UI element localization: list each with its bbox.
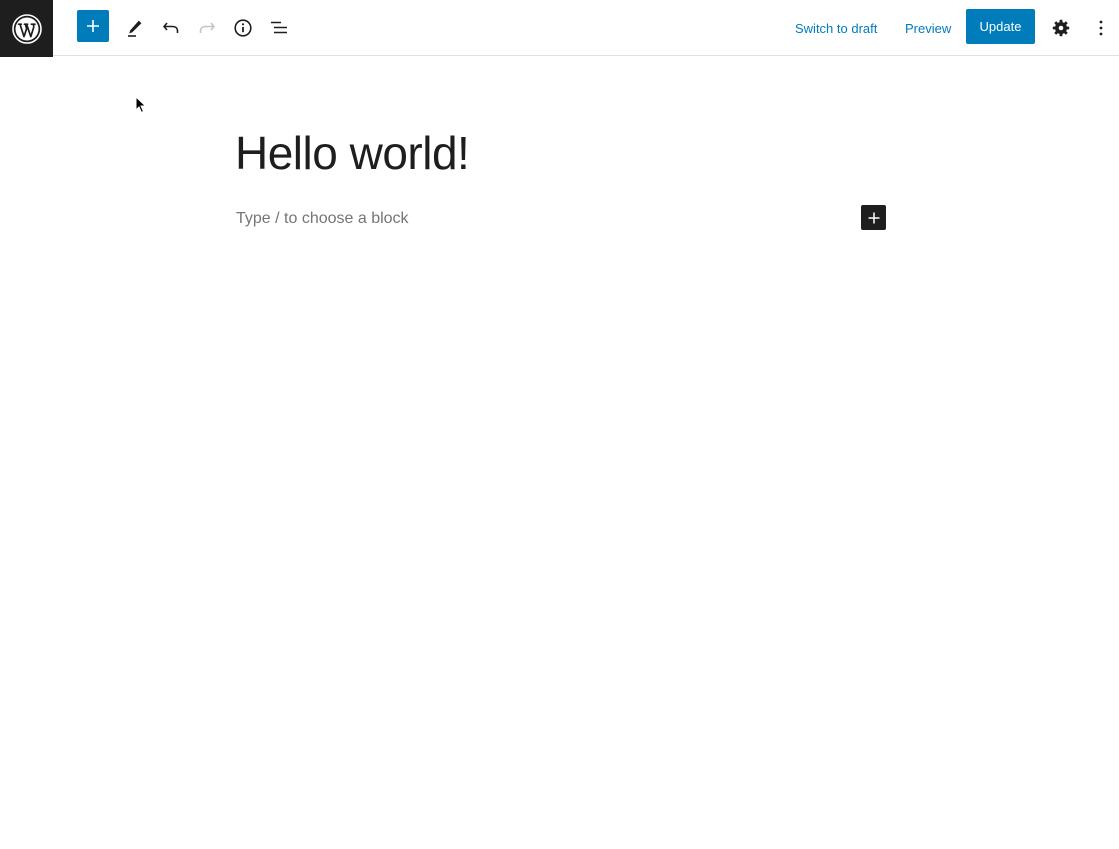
editor-canvas: Hello world! Type / to choose a block — [0, 57, 1119, 849]
plus-icon — [87, 20, 99, 32]
info-icon — [234, 19, 252, 37]
block-inserter-toggle-button[interactable] — [77, 10, 109, 42]
block-inserter-button[interactable] — [861, 205, 886, 230]
options-button[interactable] — [1083, 10, 1119, 46]
preview-button[interactable]: Preview — [905, 10, 951, 46]
switch-to-draft-button[interactable]: Switch to draft — [795, 10, 877, 46]
mouse-cursor-icon — [135, 96, 147, 114]
list-view-icon — [271, 21, 287, 34]
plus-icon — [868, 212, 879, 223]
update-button[interactable]: Update — [966, 9, 1035, 44]
settings-button[interactable] — [1043, 10, 1079, 46]
redo-button[interactable] — [189, 10, 225, 46]
gear-icon — [1052, 19, 1070, 37]
undo-button[interactable] — [153, 10, 189, 46]
editor-header: Switch to draft Preview Update — [0, 0, 1119, 57]
redo-icon — [199, 22, 215, 33]
pencil-icon — [128, 20, 142, 37]
list-view-button[interactable] — [261, 10, 297, 46]
more-vertical-icon — [1099, 20, 1103, 36]
undo-icon — [163, 22, 179, 33]
post-title[interactable]: Hello world! — [235, 123, 470, 183]
details-button[interactable] — [225, 10, 261, 46]
wordpress-logo-icon[interactable] — [0, 0, 53, 57]
block-editor: Switch to draft Preview Update Hello wor… — [0, 0, 1119, 849]
block-appender-placeholder[interactable]: Type / to choose a block — [236, 207, 409, 231]
tools-button[interactable] — [117, 10, 153, 46]
